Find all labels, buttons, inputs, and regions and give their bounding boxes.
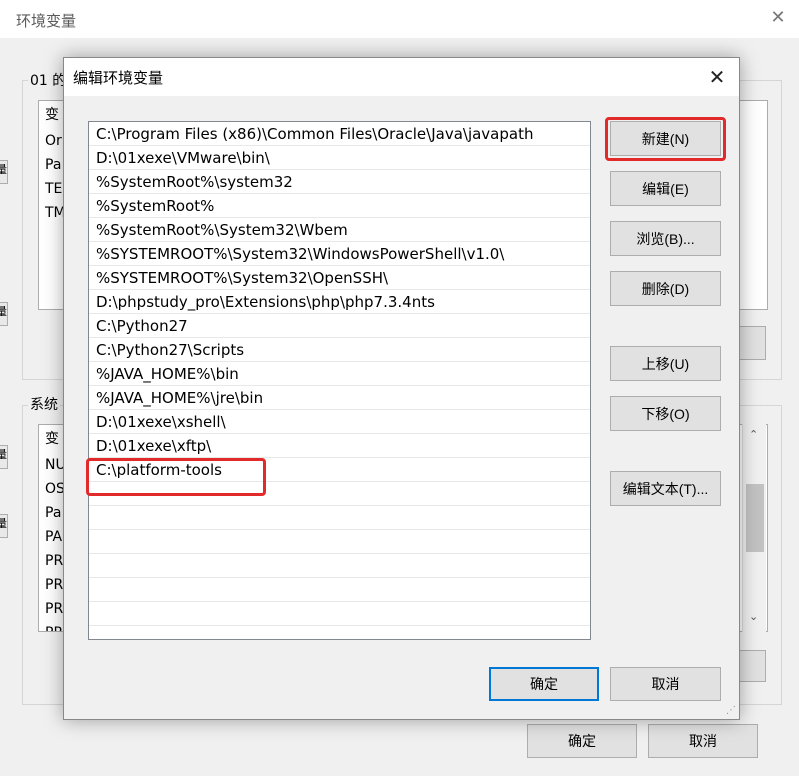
path-row[interactable]: D:\01xexe\xshell\ xyxy=(89,410,590,434)
path-text: D:\01xexe\xftp\ xyxy=(96,437,212,455)
system-delete-button-edge[interactable] xyxy=(740,650,766,682)
edit-env-variable-dialog: 编辑环境变量 ✕ C:\Program Files (x86)\Common F… xyxy=(63,57,740,720)
dialog-titlebar xyxy=(64,58,739,96)
outer-cancel-button[interactable]: 取消 xyxy=(648,724,758,758)
list-item[interactable]: Pa xyxy=(45,153,61,177)
new-button[interactable]: 新建(N) xyxy=(610,121,721,156)
path-row[interactable]: %SystemRoot%\System32\Wbem xyxy=(89,218,590,242)
path-text: %SystemRoot% xyxy=(96,197,215,215)
path-text: %SYSTEMROOT%\System32\WindowsPowerShell\… xyxy=(96,245,505,263)
cancel-button[interactable]: 取消 xyxy=(610,667,721,701)
path-text: %JAVA_HOME%\jre\bin xyxy=(96,389,264,407)
empty-row[interactable] xyxy=(89,482,590,506)
outer-close-icon[interactable]: ✕ xyxy=(766,6,790,30)
list-item[interactable]: 变 xyxy=(45,103,59,127)
path-row[interactable]: %JAVA_HOME%\bin xyxy=(89,362,590,386)
empty-row[interactable] xyxy=(89,602,590,626)
delete-button[interactable]: 删除(D) xyxy=(610,271,721,306)
list-item[interactable]: PR xyxy=(45,597,63,621)
list-item[interactable]: PR xyxy=(45,573,63,597)
path-text: %SystemRoot%\system32 xyxy=(96,173,293,191)
ok-button[interactable]: 确定 xyxy=(489,667,599,701)
empty-row[interactable] xyxy=(89,554,590,578)
path-row[interactable]: C:\Python27 xyxy=(89,314,590,338)
path-text: C:\Program Files (x86)\Common Files\Orac… xyxy=(96,125,534,143)
empty-row[interactable] xyxy=(89,530,590,554)
path-row[interactable]: %SYSTEMROOT%\System32\OpenSSH\ xyxy=(89,266,590,290)
list-item[interactable]: Or xyxy=(45,129,62,153)
path-row[interactable]: %SYSTEMROOT%\System32\WindowsPowerShell\… xyxy=(89,242,590,266)
scroll-up-icon[interactable]: ⌃ xyxy=(749,428,758,441)
resize-grip-icon[interactable]: ⋰ xyxy=(726,705,738,717)
system-variables-group-label: 系统 xyxy=(28,394,60,414)
path-row[interactable]: C:\Program Files (x86)\Common Files\Orac… xyxy=(89,122,590,146)
path-row[interactable]: D:\01xexe\xftp\ xyxy=(89,434,590,458)
close-icon[interactable]: ✕ xyxy=(704,66,730,90)
empty-row[interactable] xyxy=(89,578,590,602)
list-item[interactable]: Pa xyxy=(45,501,61,525)
edge-fragment: 量 xyxy=(0,445,8,469)
path-text: C:\Python27 xyxy=(96,317,188,335)
list-item[interactable]: PR xyxy=(45,549,63,573)
list-item[interactable]: TE xyxy=(45,177,62,201)
path-list[interactable]: C:\Program Files (x86)\Common Files\Orac… xyxy=(88,121,591,640)
move-up-button[interactable]: 上移(U) xyxy=(610,346,721,381)
path-text: D:\01xexe\VMware\bin\ xyxy=(96,149,270,167)
path-row-new[interactable]: C:\platform-tools xyxy=(89,458,590,482)
scroll-down-icon[interactable]: ⌄ xyxy=(749,610,758,623)
path-text: %SystemRoot%\System32\Wbem xyxy=(96,221,348,239)
dialog-title: 编辑环境变量 xyxy=(73,69,164,87)
path-text: C:\Python27\Scripts xyxy=(96,341,245,359)
edit-text-button[interactable]: 编辑文本(T)... xyxy=(610,471,721,506)
path-row[interactable]: %SystemRoot% xyxy=(89,194,590,218)
list-item[interactable]: 变 xyxy=(45,427,59,451)
path-text: D:\phpstudy_pro\Extensions\php\php7.3.4n… xyxy=(96,293,435,311)
path-text: D:\01xexe\xshell\ xyxy=(96,413,226,431)
edge-fragment: 量 xyxy=(0,160,8,184)
path-row[interactable]: %JAVA_HOME%\jre\bin xyxy=(89,386,590,410)
outer-ok-button[interactable]: 确定 xyxy=(527,724,637,758)
empty-row[interactable] xyxy=(89,506,590,530)
scrollbar-thumb[interactable] xyxy=(746,484,764,552)
path-row[interactable]: D:\phpstudy_pro\Extensions\php\php7.3.4n… xyxy=(89,290,590,314)
list-item[interactable]: PA xyxy=(45,525,62,549)
browse-button[interactable]: 浏览(B)... xyxy=(610,221,721,256)
outer-window-title: 环境变量 xyxy=(16,12,77,30)
list-item[interactable]: OS xyxy=(45,477,65,501)
path-row[interactable]: D:\01xexe\VMware\bin\ xyxy=(89,146,590,170)
path-row[interactable]: %SystemRoot%\system32 xyxy=(89,170,590,194)
path-text: %SYSTEMROOT%\System32\OpenSSH\ xyxy=(96,269,389,287)
list-item[interactable]: PR xyxy=(45,621,63,631)
path-text: C:\platform-tools xyxy=(96,461,222,479)
outer-window-titlebar xyxy=(0,0,799,38)
edge-fragment: 量 xyxy=(0,514,8,538)
path-row[interactable]: C:\Python27\Scripts xyxy=(89,338,590,362)
system-list-scrollbar[interactable]: ⌃ ⌄ xyxy=(742,424,766,632)
move-down-button[interactable]: 下移(O) xyxy=(610,396,721,431)
user-delete-button-edge[interactable] xyxy=(740,326,766,360)
edit-button[interactable]: 编辑(E) xyxy=(610,171,721,206)
edge-fragment: 量 xyxy=(0,302,8,326)
path-text: %JAVA_HOME%\bin xyxy=(96,365,239,383)
